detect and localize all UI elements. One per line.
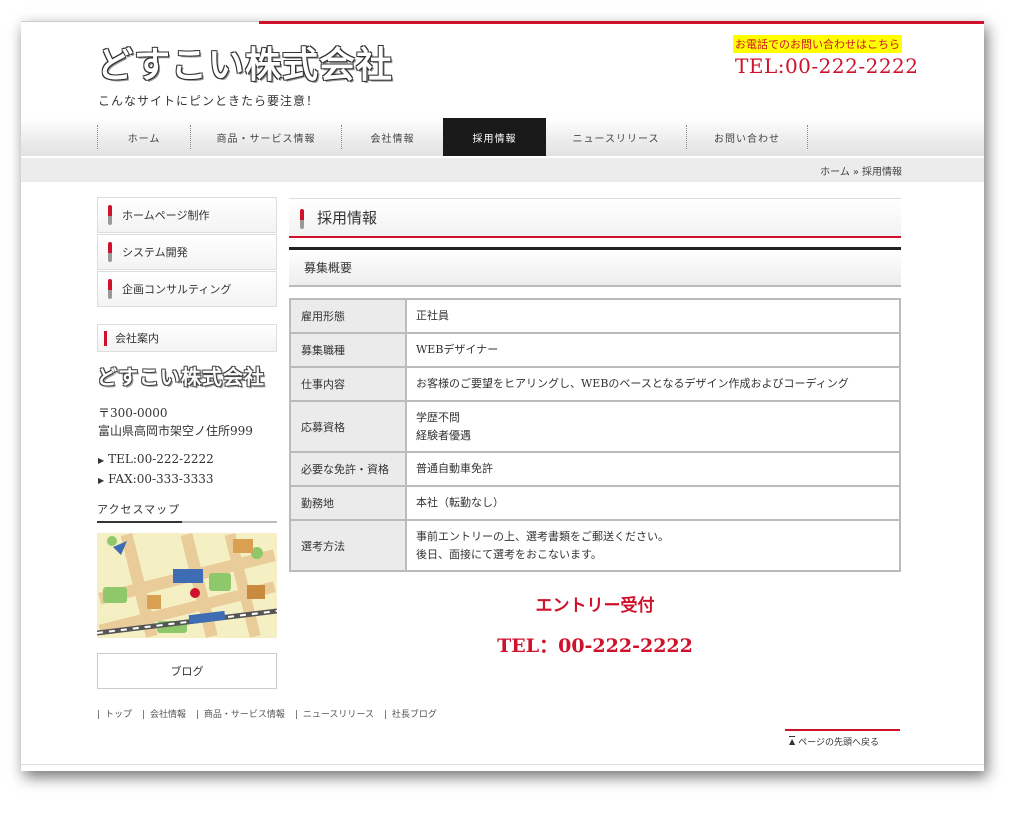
table-value: 普通自動車免許: [405, 451, 901, 487]
table-value: WEBデザイナー: [405, 332, 901, 368]
company-address: 〒300-0000 富山県高岡市架空ノ住所999: [98, 404, 253, 440]
table-label: 仕事内容: [289, 366, 407, 402]
table-label: 応募資格: [289, 400, 407, 453]
side-menu-label: 企画コンサルティング: [122, 283, 232, 296]
table-value-line: 事前エントリーの上、選考書類をご郵送ください。: [416, 529, 669, 543]
breadcrumb-home[interactable]: ホーム: [820, 167, 850, 178]
site-tagline: こんなサイトにピンときたら要注意！: [98, 94, 320, 108]
sidebar-company-logo: どすこい株式会社: [97, 365, 265, 389]
table-label: 募集職種: [289, 332, 407, 368]
table-row: 勤務地 本社（転勤なし）: [289, 485, 901, 521]
map-illustration: [97, 533, 277, 638]
bottom-divider: [21, 764, 984, 765]
nav-item-contact[interactable]: お問い合わせ: [687, 118, 807, 156]
page-top-link[interactable]: ▲ ページの先頭へ戻る: [785, 729, 900, 751]
table-label: 勤務地: [289, 485, 407, 521]
table-row: 仕事内容 お客様のご要望をヒアリングし、WEBのベースとなるデザイン作成およびコ…: [289, 366, 901, 402]
footer-separator: |: [383, 710, 387, 720]
arrow-up-icon: ▲: [789, 736, 796, 746]
table-label: 選考方法: [289, 519, 407, 572]
page-frame: どすこい株式会社 こんなサイトにピンときたら要注意！ お電話でのお問い合わせはこ…: [21, 21, 984, 771]
company-info-heading: 会社案内: [97, 324, 277, 352]
breadcrumb-separator: »: [852, 167, 859, 178]
page-top-label: ページの先頭へ戻る: [798, 737, 879, 748]
access-map-image[interactable]: [97, 533, 277, 638]
marker-icon: [108, 205, 112, 225]
marker-icon: [108, 242, 112, 262]
footer-link-blog[interactable]: 社長ブログ: [392, 710, 437, 720]
entry-heading: エントリー受付: [535, 596, 655, 616]
footer-link-news[interactable]: ニュースリリース: [303, 710, 374, 720]
nav-item-products[interactable]: 商品・サービス情報: [191, 118, 341, 156]
contact-fax-value: FAX:00-333-3333: [108, 472, 214, 486]
marker-icon: [108, 279, 112, 299]
contact-fax: ▶ FAX:00-333-3333: [98, 470, 214, 490]
table-value-line: 経験者優遇: [416, 428, 471, 442]
global-nav: ホーム 商品・サービス情報 会社情報 採用情報 ニュースリリース お問い合わせ: [21, 118, 984, 156]
nav-separator: [807, 125, 808, 149]
nav-item-news[interactable]: ニュースリリース: [546, 118, 686, 156]
page-title: 採用情報: [289, 198, 901, 238]
breadcrumb-current: 採用情報: [862, 167, 902, 178]
breadcrumb: ホーム» 採用情報: [820, 163, 902, 178]
marker-icon: [104, 331, 107, 346]
table-row: 応募資格 学歴不問 経験者優遇: [289, 400, 901, 453]
page-title-text: 採用情報: [317, 209, 378, 227]
table-value: 正社員: [405, 298, 901, 334]
footer-separator: |: [97, 710, 101, 720]
company-contact: ▶ TEL:00-222-2222 ▶ FAX:00-333-3333: [98, 450, 214, 490]
phone-label: お電話でのお問い合わせはこちら: [733, 35, 902, 53]
access-map-title: アクセスマップ: [97, 501, 277, 523]
footer-link-products[interactable]: 商品・サービス情報: [204, 710, 285, 720]
side-menu-label: システム開発: [122, 246, 188, 259]
side-menu-item-web[interactable]: ホームページ制作: [97, 197, 277, 233]
marker-icon: [300, 209, 304, 229]
entry-phone[interactable]: TEL：00-222-2222: [289, 631, 901, 658]
nav-item-recruit[interactable]: 採用情報: [443, 118, 546, 156]
table-value-line: 学歴不問: [416, 410, 460, 424]
footer-separator: |: [294, 710, 298, 720]
postal-code: 〒300-0000: [98, 406, 168, 420]
top-border: [21, 21, 259, 22]
table-value: お客様のご要望をヒアリングし、WEBのベースとなるデザイン作成およびコーディング: [405, 366, 901, 402]
triangle-right-icon: ▶: [98, 456, 105, 465]
breadcrumb-bar: ホーム» 採用情報: [21, 158, 984, 182]
footer-nav: | トップ | 会社情報 | 商品・サービス情報 | ニュースリリース | 社長ブログ: [97, 707, 444, 720]
side-menu-item-consulting[interactable]: 企画コンサルティング: [97, 271, 277, 307]
table-label: 雇用形態: [289, 298, 407, 334]
footer-link-top[interactable]: トップ: [105, 710, 132, 720]
blog-button[interactable]: ブログ: [97, 653, 277, 689]
table-label: 必要な免許・資格: [289, 451, 407, 487]
table-row: 必要な免許・資格 普通自動車免許: [289, 451, 901, 487]
recruit-table: 雇用形態 正社員 募集職種 WEBデザイナー 仕事内容 お客様のご要望をヒアリン…: [289, 298, 901, 572]
footer-separator: |: [195, 710, 199, 720]
top-accent-bar: [259, 21, 984, 24]
contact-tel: ▶ TEL:00-222-2222: [98, 450, 214, 470]
side-menu-item-system[interactable]: システム開発: [97, 234, 277, 270]
triangle-right-icon: ▶: [98, 476, 105, 485]
address-line: 富山県高岡市架空ノ住所999: [98, 424, 253, 438]
company-info-heading-label: 会社案内: [115, 332, 159, 345]
footer-link-company[interactable]: 会社情報: [150, 710, 186, 720]
table-row: 選考方法 事前エントリーの上、選考書類をご郵送ください。 後日、面接にて選考をお…: [289, 519, 901, 572]
header-phone[interactable]: TEL:00-222-2222: [735, 54, 919, 78]
table-row: 雇用形態 正社員: [289, 298, 901, 334]
nav-item-company[interactable]: 会社情報: [342, 118, 443, 156]
table-value: 学歴不問 経験者優遇: [405, 400, 901, 453]
table-value: 事前エントリーの上、選考書類をご郵送ください。 後日、面接にて選考をおこないます…: [405, 519, 901, 572]
table-value: 本社（転勤なし）: [405, 485, 901, 521]
nav-item-home[interactable]: ホーム: [98, 118, 190, 156]
contact-tel-value: TEL:00-222-2222: [108, 452, 214, 466]
site-logo[interactable]: どすこい株式会社: [97, 36, 393, 88]
section-heading: 募集概要: [289, 247, 901, 287]
footer-separator: |: [141, 710, 145, 720]
table-value-line: 後日、面接にて選考をおこないます。: [416, 547, 602, 561]
table-row: 募集職種 WEBデザイナー: [289, 332, 901, 368]
side-menu-label: ホームページ制作: [122, 209, 210, 222]
